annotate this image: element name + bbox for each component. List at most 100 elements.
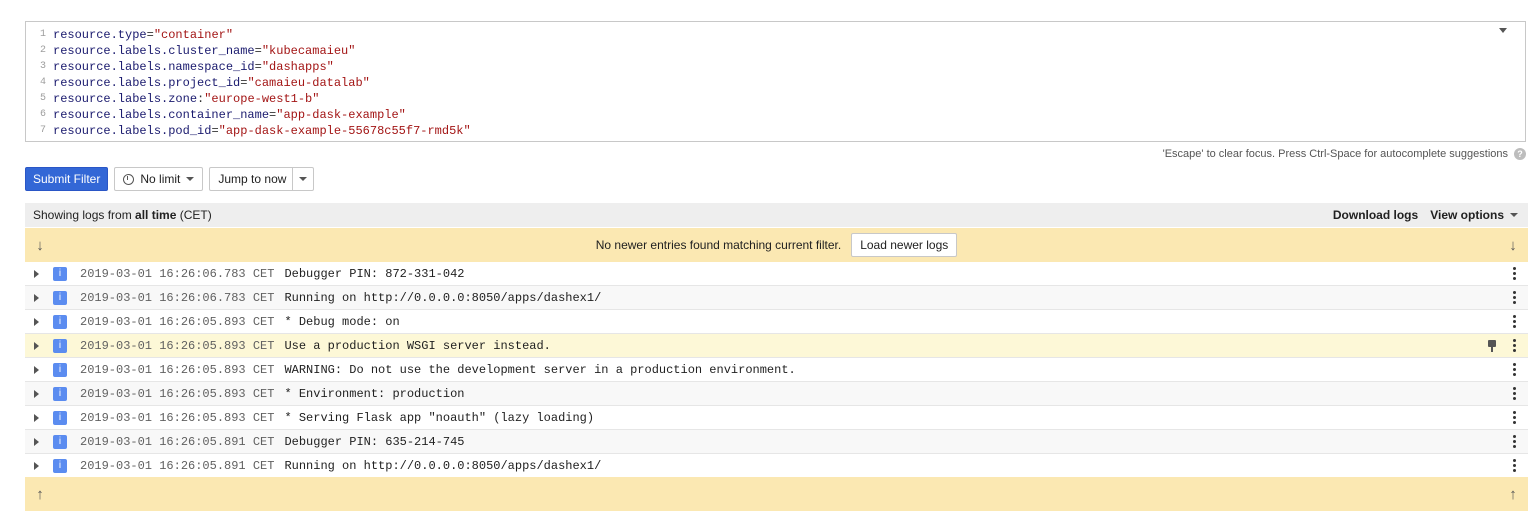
- expand-triangle-icon[interactable]: [34, 461, 39, 470]
- log-timestamp: 2019-03-01 16:26:05.891 CET: [80, 434, 275, 449]
- log-header-actions: Download logs View options: [1333, 208, 1528, 222]
- banner-message: No newer entries found matching current …: [595, 238, 842, 252]
- log-message: Debugger PIN: 635-214-745: [284, 434, 465, 449]
- expand-triangle-icon[interactable]: [34, 269, 39, 278]
- editor-line[interactable]: 7 resource.labels.pod_id = "app-dask-exampl…: [26, 123, 1525, 139]
- submit-filter-button[interactable]: Submit Filter: [25, 167, 109, 191]
- editor-hint: 'Escape' to clear focus. Press Ctrl-Spac…: [1163, 148, 1526, 160]
- help-icon[interactable]: ?: [1514, 148, 1526, 160]
- editor-line[interactable]: 4 resource.labels.project_id = "camaieu-dat…: [26, 75, 1525, 91]
- line-number: 1: [39, 29, 46, 40]
- more-vert-icon[interactable]: [1512, 363, 1516, 376]
- editor-line[interactable]: 3 resource.labels.namespace_id = "dashapps": [26, 59, 1525, 75]
- log-message: Use a production WSGI server instead.: [284, 338, 551, 353]
- log-row[interactable]: i 2019-03-01 16:26:05.893 CET * Environm…: [25, 382, 1528, 406]
- row-actions: [1512, 315, 1528, 328]
- info-severity-icon: i: [53, 314, 67, 329]
- editor-line[interactable]: 5 resource.labels.zone: "europe-west1-b": [26, 91, 1525, 107]
- line-number: 4: [39, 77, 46, 88]
- more-vert-icon[interactable]: [1512, 339, 1516, 352]
- older-entries-banner: ↑ ↑: [25, 477, 1528, 511]
- arrow-down-icon[interactable]: ↓: [25, 237, 55, 254]
- filter-operator: =: [211, 124, 219, 138]
- editor-line[interactable]: 1 resource.type = "container": [26, 27, 1525, 43]
- log-range-value: all time: [135, 208, 177, 222]
- log-timestamp: 2019-03-01 16:26:05.893 CET: [80, 410, 275, 425]
- clock-icon: [123, 173, 135, 185]
- log-row[interactable]: i 2019-03-01 16:26:06.783 CET Debugger P…: [25, 262, 1528, 286]
- filter-operator: =: [240, 76, 248, 90]
- more-vert-icon[interactable]: [1512, 315, 1516, 328]
- jump-to-now-button[interactable]: Jump to now: [218, 172, 286, 186]
- log-message: WARNING: Do not use the development serv…: [284, 362, 796, 377]
- expand-triangle-icon[interactable]: [34, 293, 39, 302]
- editor-line[interactable]: 2 resource.labels.cluster_name = "kubecamai…: [26, 43, 1525, 59]
- chevron-down-icon: [299, 177, 308, 181]
- arrow-up-icon[interactable]: ↑: [1498, 486, 1528, 503]
- pin-icon[interactable]: [1486, 339, 1498, 353]
- info-severity-icon: i: [53, 362, 67, 377]
- filter-value: "app-dask-example": [276, 108, 406, 122]
- arrow-up-icon[interactable]: ↑: [25, 486, 55, 503]
- more-vert-icon[interactable]: [1512, 435, 1516, 448]
- filter-key: resource.labels.zone: [53, 92, 198, 106]
- more-vert-icon[interactable]: [1512, 411, 1516, 424]
- limit-dropdown[interactable]: No limit: [114, 167, 204, 191]
- filter-editor[interactable]: 1 resource.type = "container" 2 resource.lab…: [25, 21, 1526, 142]
- arrow-down-icon[interactable]: ↓: [1498, 237, 1528, 254]
- log-range-timezone: (CET): [176, 208, 212, 222]
- row-actions: [1512, 459, 1528, 472]
- log-range-prefix: Showing logs from: [33, 208, 136, 222]
- view-options-button[interactable]: View options: [1430, 208, 1518, 222]
- filter-value: "container": [153, 28, 234, 42]
- expand-triangle-icon[interactable]: [34, 389, 39, 398]
- filter-key: resource.type: [53, 28, 147, 42]
- more-vert-icon[interactable]: [1512, 459, 1516, 472]
- filter-value: "camaieu-datalab": [247, 76, 370, 90]
- filter-operator: :: [197, 92, 205, 106]
- expand-triangle-icon[interactable]: [34, 413, 39, 422]
- filter-toolbar: Submit Filter No limit Jump to now: [25, 167, 315, 191]
- info-severity-icon: i: [53, 290, 67, 305]
- editor-hint-text: 'Escape' to clear focus. Press Ctrl-Spac…: [1162, 148, 1508, 160]
- log-row[interactable]: i 2019-03-01 16:26:05.893 CET Use a prod…: [25, 334, 1528, 358]
- log-row[interactable]: i 2019-03-01 16:26:06.783 CET Running on…: [25, 286, 1528, 310]
- load-newer-logs-button[interactable]: Load newer logs: [851, 233, 958, 257]
- expand-triangle-icon[interactable]: [34, 317, 39, 326]
- banner-content: No newer entries found matching current …: [55, 233, 1498, 257]
- log-row[interactable]: i 2019-03-01 16:26:05.893 CET WARNING: D…: [25, 358, 1528, 382]
- more-vert-icon[interactable]: [1512, 291, 1516, 304]
- filter-operator: =: [146, 28, 154, 42]
- info-severity-icon: i: [53, 266, 67, 281]
- log-message: Running on http://0.0.0.0:8050/apps/dash…: [284, 290, 602, 305]
- more-vert-icon[interactable]: [1512, 387, 1516, 400]
- line-number: 6: [39, 109, 46, 120]
- log-message: * Environment: production: [284, 386, 465, 401]
- more-vert-icon[interactable]: [1512, 267, 1516, 280]
- filter-key: resource.labels.cluster_name: [53, 44, 255, 58]
- line-number: 3: [39, 61, 46, 72]
- info-severity-icon: i: [53, 434, 67, 449]
- expand-triangle-icon[interactable]: [34, 437, 39, 446]
- log-message: Debugger PIN: 872-331-042: [284, 266, 465, 281]
- chevron-down-icon: [1510, 213, 1518, 217]
- expand-triangle-icon[interactable]: [34, 341, 39, 350]
- log-timestamp: 2019-03-01 16:26:05.893 CET: [80, 386, 275, 401]
- expand-triangle-icon[interactable]: [34, 365, 39, 374]
- filter-value: "app-dask-example-55678c55f7-rmd5k": [218, 124, 471, 138]
- log-row[interactable]: i 2019-03-01 16:26:05.893 CET * Debug mo…: [25, 310, 1528, 334]
- jump-to-now-split-button: Jump to now: [209, 167, 315, 191]
- editor-line[interactable]: 6 resource.labels.container_name = "app-das…: [26, 107, 1525, 123]
- log-range-text: Showing logs from all time (CET): [33, 208, 212, 222]
- filter-operator: =: [254, 44, 262, 58]
- log-row[interactable]: i 2019-03-01 16:26:05.891 CET Debugger P…: [25, 430, 1528, 454]
- jump-to-now-menu-button[interactable]: [292, 168, 313, 190]
- download-logs-button[interactable]: Download logs: [1333, 208, 1418, 222]
- row-actions: [1512, 267, 1528, 280]
- log-row[interactable]: i 2019-03-01 16:26:05.893 CET * Serving …: [25, 406, 1528, 430]
- editor-dropdown-caret-icon[interactable]: [1499, 28, 1507, 33]
- editor-lines[interactable]: 1 resource.type = "container" 2 resource.lab…: [26, 22, 1525, 139]
- log-row[interactable]: i 2019-03-01 16:26:05.891 CET Running on…: [25, 454, 1528, 478]
- newer-entries-banner: ↓ No newer entries found matching curren…: [25, 228, 1528, 262]
- filter-operator: =: [254, 60, 262, 74]
